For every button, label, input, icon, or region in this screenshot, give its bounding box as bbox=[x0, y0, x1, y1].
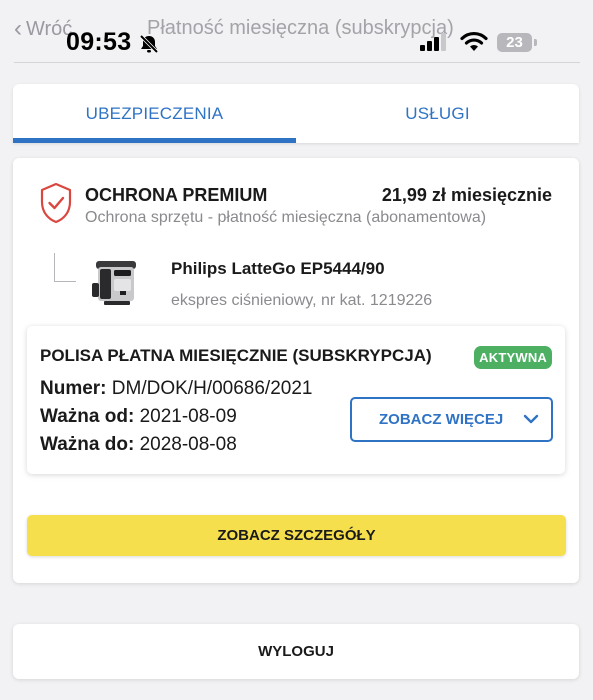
divider bbox=[14, 62, 580, 63]
product-price: 21,99 zł miesięcznie bbox=[381, 185, 552, 205]
insurance-card: OCHRONA PREMIUM 21,99 zł miesięcznie Och… bbox=[13, 158, 579, 583]
tab-bar: UBEZPIECZENIA USŁUGI bbox=[13, 84, 579, 143]
bell-muted-icon bbox=[139, 34, 159, 54]
see-more-button[interactable]: ZOBACZ WIĘCEJ bbox=[350, 397, 553, 442]
cellular-signal-icon bbox=[420, 33, 446, 51]
see-details-button[interactable]: ZOBACZ SZCZEGÓŁY bbox=[27, 515, 566, 556]
status-time: 09:53 bbox=[66, 28, 132, 56]
chevron-down-icon bbox=[523, 414, 539, 424]
device-details: ekspres ciśnieniowy, nr kat. 1219226 bbox=[171, 292, 433, 309]
top-bar: ‹ Wróć Płatność miesięczna (subskrypcja)… bbox=[0, 0, 593, 62]
product-description: Ochrona sprzętu - płatność miesięczna (a… bbox=[85, 209, 487, 226]
coffee-machine-image bbox=[92, 261, 136, 305]
valid-from-value: 2021-08-09 bbox=[139, 406, 237, 427]
policy-box: POLISA PŁATNA MIESIĘCZNIE (SUBSKRYPCJA) … bbox=[27, 326, 565, 474]
policy-number-label: Numer: bbox=[40, 378, 107, 399]
policy-number: Numer: DM/DOK/H/00686/2021 bbox=[40, 378, 312, 400]
see-more-label: ZOBACZ WIĘCEJ bbox=[379, 411, 504, 428]
tree-connector bbox=[54, 253, 76, 282]
policy-title: POLISA PŁATNA MIESIĘCZNIE (SUBSKRYPCJA) bbox=[40, 346, 432, 365]
logout-button[interactable]: WYLOGUJ bbox=[13, 624, 579, 679]
tab-services[interactable]: USŁUGI bbox=[296, 84, 579, 143]
back-button[interactable]: ‹ Wróć bbox=[14, 17, 72, 41]
policy-number-value: DM/DOK/H/00686/2021 bbox=[111, 378, 313, 399]
product-name: OCHRONA PREMIUM bbox=[85, 185, 268, 205]
battery-tip bbox=[534, 39, 537, 46]
status-badge: AKTYWNA bbox=[474, 346, 552, 369]
valid-to-label: Ważna do: bbox=[40, 434, 135, 455]
valid-to-value: 2028-08-08 bbox=[139, 434, 237, 455]
policy-valid-from: Ważna od: 2021-08-09 bbox=[40, 406, 237, 428]
device-name: Philips LatteGo EP5444/90 bbox=[171, 259, 385, 278]
battery-icon: 23 bbox=[497, 33, 532, 52]
policy-valid-to: Ważna do: 2028-08-08 bbox=[40, 434, 237, 456]
tab-insurance[interactable]: UBEZPIECZENIA bbox=[13, 84, 296, 143]
valid-from-label: Ważna od: bbox=[40, 406, 135, 427]
shield-check-icon bbox=[40, 182, 72, 224]
chevron-left-icon: ‹ bbox=[14, 15, 22, 42]
nav-title: Płatność miesięczna (subskrypcja) bbox=[147, 17, 454, 39]
wifi-icon bbox=[460, 31, 488, 51]
